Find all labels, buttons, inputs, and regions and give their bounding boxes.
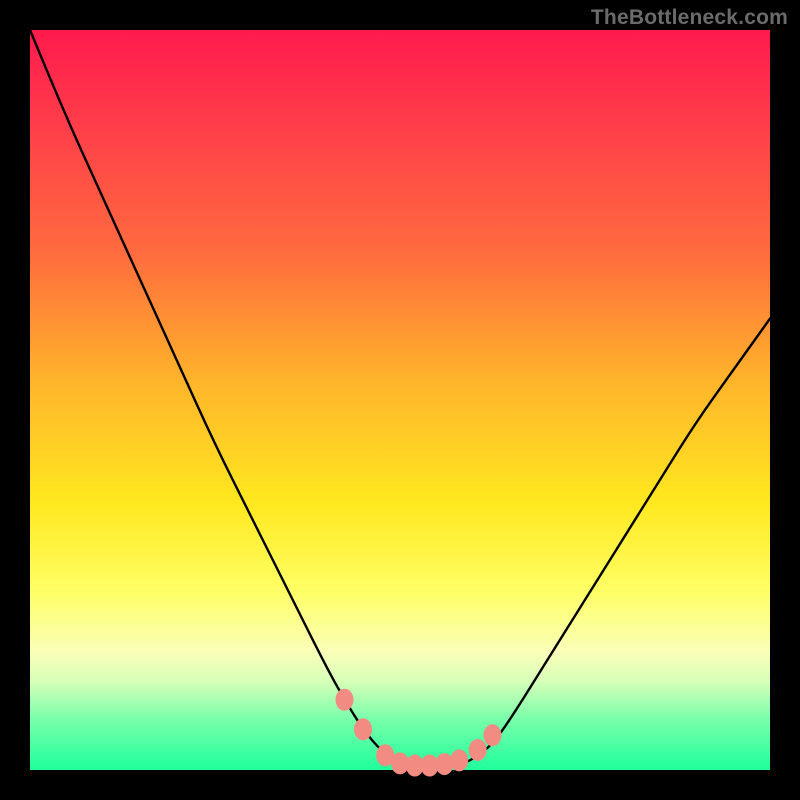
chart-area: [30, 30, 770, 770]
highlight-marker: [450, 749, 468, 771]
bottleneck-curve: [30, 30, 770, 766]
highlight-marker: [469, 739, 487, 761]
highlight-markers-group: [336, 689, 502, 777]
highlight-marker: [435, 753, 453, 775]
highlight-marker: [336, 689, 354, 711]
watermark-text: TheBottleneck.com: [591, 6, 788, 30]
highlight-marker: [354, 718, 372, 740]
chart-svg: [30, 30, 770, 770]
highlight-marker: [484, 724, 502, 746]
